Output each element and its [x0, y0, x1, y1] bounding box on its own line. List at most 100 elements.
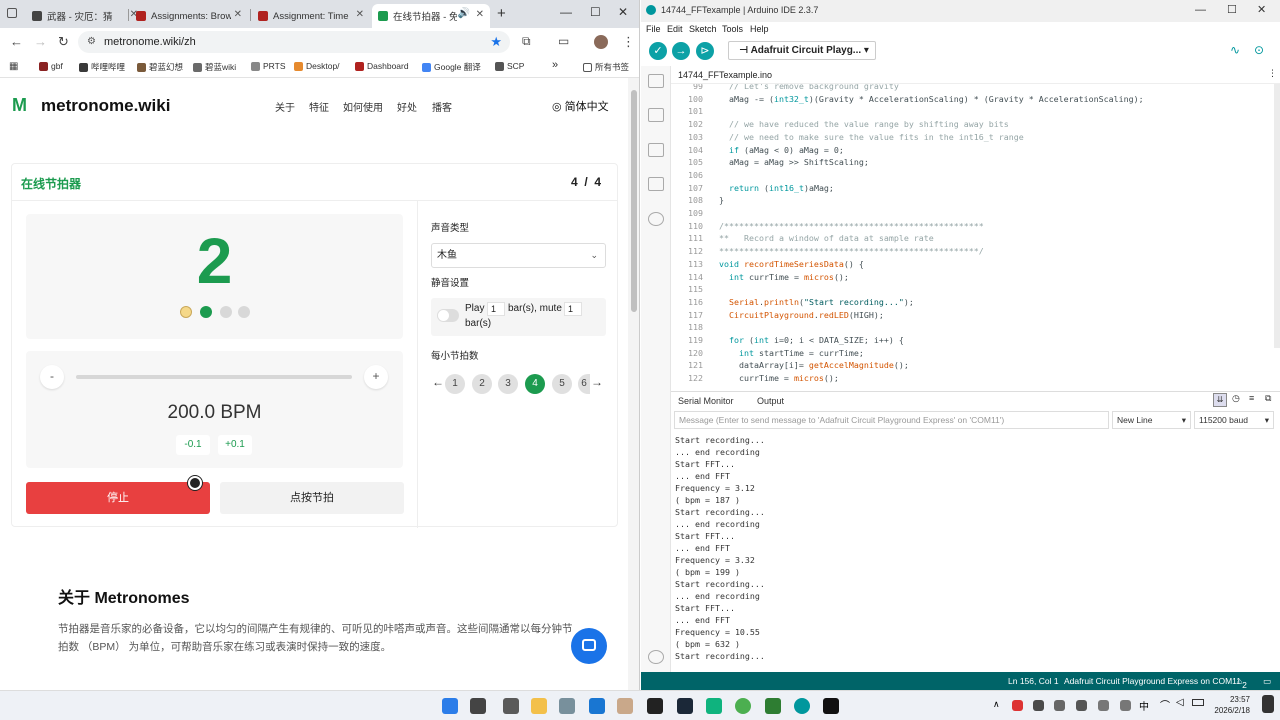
language-selector[interactable]: ◎ 简体中文: [552, 98, 609, 114]
code-line[interactable]: 112 *************************************…: [671, 245, 1274, 258]
app-icon[interactable]: [765, 698, 781, 714]
baud-rate-select[interactable]: 115200 baud ▾: [1194, 411, 1274, 429]
bookmark-item[interactable]: 碧蓝幻想: [137, 61, 183, 73]
menu-icon[interactable]: ⋮: [622, 34, 635, 50]
close-window-icon[interactable]: ✕: [618, 5, 628, 19]
play-bars-input[interactable]: 1: [487, 302, 505, 316]
tray-icon[interactable]: [1012, 700, 1023, 711]
app-icon[interactable]: [559, 698, 575, 714]
debug-panel-icon[interactable]: [648, 177, 664, 191]
close-icon[interactable]: ✕: [356, 9, 364, 20]
nav-features[interactable]: 特征: [309, 99, 329, 114]
verify-icon[interactable]: ✓: [649, 42, 667, 60]
bookmarks-more[interactable]: »: [552, 59, 558, 71]
tray-icon[interactable]: [1076, 700, 1087, 711]
board-selector[interactable]: ⊣ Adafruit Circuit Playg... ▾: [728, 41, 876, 60]
beats-option-4[interactable]: 4: [525, 374, 545, 394]
sound-type-select[interactable]: 木鱼 ⌄: [431, 243, 606, 268]
serial-message-input[interactable]: Message (Enter to send message to 'Adafr…: [674, 411, 1109, 429]
editor-scrollbar[interactable]: [1274, 84, 1280, 348]
tray-icon[interactable]: [1054, 700, 1065, 711]
notifications-icon[interactable]: ⌂ 2: [1237, 676, 1247, 690]
mic-icon[interactable]: [1262, 695, 1274, 713]
battery-icon[interactable]: [1192, 699, 1204, 706]
arduino-icon[interactable]: [794, 698, 810, 714]
code-line[interactable]: 106: [671, 169, 1274, 182]
arrow-left-icon[interactable]: ←: [432, 375, 444, 389]
search-icon[interactable]: [648, 212, 664, 226]
output-tab[interactable]: Output: [757, 396, 784, 406]
bookmark-item[interactable]: PRTS: [251, 61, 286, 71]
minimize-icon[interactable]: —: [1195, 0, 1206, 20]
more-tabs-icon[interactable]: ⋮: [1268, 68, 1277, 79]
app-icon[interactable]: [617, 698, 633, 714]
apps-icon[interactable]: ▦: [9, 61, 18, 72]
taskbar-clock[interactable]: 23:57 2026/2/18: [1208, 694, 1250, 716]
arrow-right-icon[interactable]: →: [591, 375, 603, 389]
timestamp-icon[interactable]: ◷: [1232, 393, 1240, 404]
bookmark-item[interactable]: 哔哩哔哩: [79, 61, 125, 73]
menu-help[interactable]: Help: [750, 24, 769, 34]
tab-search-icon[interactable]: [7, 8, 17, 18]
tray-icon[interactable]: [1098, 700, 1109, 711]
beats-option-2[interactable]: 2: [472, 374, 492, 394]
code-line[interactable]: 111 ** Record a window of data at sample …: [671, 232, 1274, 245]
account-icon[interactable]: [648, 650, 664, 664]
tempo-plus-button[interactable]: +: [364, 365, 388, 389]
tray-icon[interactable]: [1120, 700, 1131, 711]
folder-icon[interactable]: [648, 74, 664, 88]
time-signature[interactable]: 4 / 4: [571, 175, 601, 189]
stop-button[interactable]: 停止: [26, 482, 210, 514]
tempo-slider[interactable]: [76, 375, 352, 379]
task-view-icon[interactable]: [470, 698, 486, 714]
close-window-icon[interactable]: ✕: [1257, 0, 1266, 20]
mute-bars-input[interactable]: 1: [564, 302, 582, 316]
all-bookmarks[interactable]: 所有书签: [583, 61, 629, 73]
nav-about[interactable]: 关于: [275, 99, 295, 114]
beats-option-1[interactable]: 1: [445, 374, 465, 394]
bookmark-star-icon[interactable]: ★: [490, 31, 502, 53]
cast-icon[interactable]: ▭: [558, 34, 569, 48]
code-line[interactable]: 105 aMag = aMag >> ShiftScaling;: [671, 156, 1274, 169]
bookmark-item[interactable]: 碧蓝wiki: [193, 61, 236, 73]
nav-benefits[interactable]: 好处: [397, 99, 417, 114]
fine-minus-button[interactable]: -0.1: [176, 435, 210, 455]
code-line[interactable]: 116 Serial.println("Start recording...")…: [671, 296, 1274, 309]
code-line[interactable]: 104 if (aMag < 0) aMag = 0;: [671, 144, 1274, 157]
site-info-icon[interactable]: ⚙: [87, 31, 96, 53]
bookmark-item[interactable]: Dashboard: [355, 61, 409, 71]
clear-output-icon[interactable]: ≡: [1249, 393, 1254, 403]
tab-2[interactable]: Assignments: Brow ✕: [130, 4, 248, 28]
code-line[interactable]: 122 currTime = micros();: [671, 372, 1274, 385]
new-tab-button[interactable]: +: [497, 5, 506, 22]
autoscroll-icon[interactable]: ⇊: [1213, 393, 1227, 407]
edge-icon[interactable]: [706, 698, 722, 714]
code-line[interactable]: 103 // we need to make sure the value fi…: [671, 131, 1274, 144]
site-logo[interactable]: Mmetronome.wiki: [12, 95, 170, 116]
code-line[interactable]: 99 // Let's remove background gravity: [671, 84, 1274, 93]
minimize-icon[interactable]: —: [560, 5, 572, 19]
start-icon[interactable]: [442, 698, 458, 714]
code-line[interactable]: 100 aMag -= (int32_t)(Gravity * Accelera…: [671, 93, 1274, 106]
page-scroll-thumb[interactable]: [631, 90, 637, 312]
tab-1[interactable]: 武器 - 灾厄：猜 ✕: [26, 4, 144, 28]
fine-plus-button[interactable]: +0.1: [218, 435, 252, 455]
menu-tools[interactable]: Tools: [722, 24, 743, 34]
close-icon[interactable]: ✕: [234, 9, 242, 20]
tray-icon[interactable]: [1033, 700, 1044, 711]
back-icon[interactable]: ←: [10, 34, 23, 49]
maximize-icon[interactable]: ☐: [590, 5, 601, 19]
close-icon[interactable]: ✕: [476, 9, 484, 20]
bookmark-item[interactable]: Google 翻译: [422, 61, 481, 73]
upload-icon[interactable]: →: [672, 42, 690, 60]
panel-toggle-icon[interactable]: ▭: [1263, 676, 1271, 687]
code-line[interactable]: 101: [671, 105, 1274, 118]
code-line[interactable]: 120 int startTime = currTime;: [671, 347, 1274, 360]
code-line[interactable]: 108}: [671, 194, 1274, 207]
debug-icon[interactable]: ⊳: [696, 42, 714, 60]
url-bar[interactable]: ⚙ metronome.wiki/zh ★: [78, 31, 510, 53]
chat-button[interactable]: [571, 628, 607, 664]
code-line[interactable]: 109: [671, 207, 1274, 220]
steam-icon[interactable]: [677, 698, 693, 714]
chrome-icon[interactable]: [735, 698, 751, 714]
